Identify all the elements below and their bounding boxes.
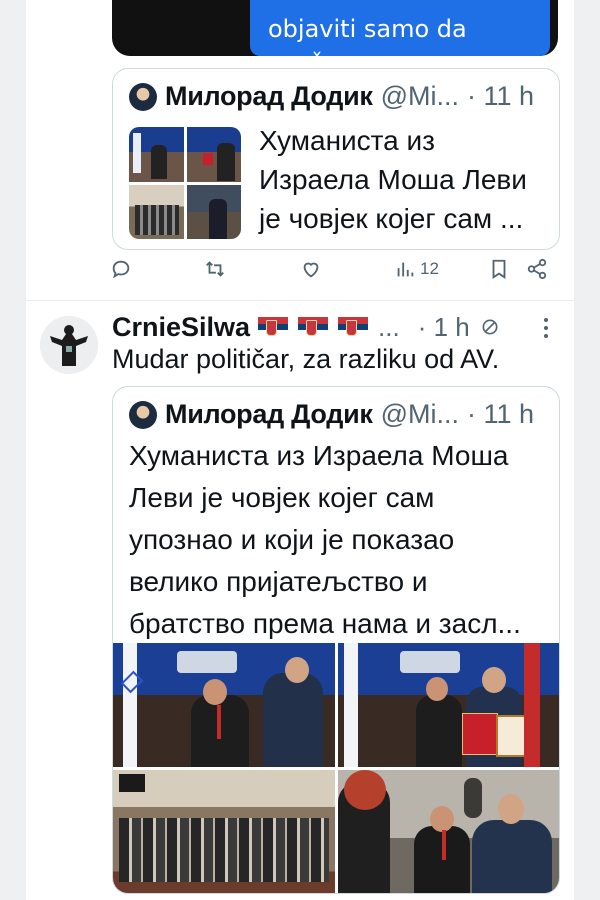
quoted-tweet-card[interactable]: Милорад Додик @Mi... · 11 h Хуманиста из… — [112, 386, 560, 894]
quoted-tweet-header: Милорад Додик @Mi... · 11 h — [129, 81, 534, 112]
author-handle[interactable]: @Mi... — [381, 399, 459, 430]
avatar[interactable] — [129, 400, 157, 429]
author-name[interactable]: CrnieSilwa — [112, 312, 250, 343]
more-options-icon[interactable] — [544, 318, 550, 342]
views-count: 12 — [420, 259, 439, 278]
photo[interactable] — [113, 770, 335, 893]
quoted-tweet-text: Хуманиста из Израела Моша Леви је човјек… — [129, 435, 521, 645]
tweet-text: Mudar političar, za razliku od AV. — [112, 344, 500, 374]
author-handle[interactable]: @Mi... — [381, 81, 459, 112]
right-margin — [574, 0, 600, 900]
share-icon[interactable] — [526, 258, 548, 280]
thumbnail-grid[interactable] — [129, 127, 241, 239]
text-line: Леви је човјек којег сам — [129, 482, 435, 513]
serbia-flag — [298, 317, 329, 337]
photo[interactable] — [337, 643, 559, 767]
timestamp: · 11 h — [467, 399, 535, 429]
thumbnail-image — [129, 127, 184, 182]
text-line: велико пријатељство и — [129, 566, 428, 597]
text-line: братство према нама и засл... — [129, 608, 521, 639]
retweet-icon[interactable] — [204, 258, 226, 280]
timestamp: · 1 h — [417, 311, 470, 342]
heart-icon[interactable] — [300, 258, 322, 280]
quoted-tweet-text: Хуманиста из Израела Моша Леви је човјек… — [259, 121, 527, 238]
avatar[interactable] — [40, 316, 98, 374]
photo[interactable] — [337, 770, 559, 893]
thumbnail-image — [186, 127, 241, 182]
photo[interactable] — [113, 643, 335, 767]
left-margin — [0, 0, 26, 900]
thumbnail-image — [129, 184, 184, 239]
caption-line: znaš — [268, 46, 467, 56]
timestamp: · 11 h — [467, 81, 535, 111]
author-name[interactable]: Милорад Додик — [165, 81, 373, 112]
media-grid[interactable] — [113, 643, 559, 893]
caption-line: objaviti samo da — [268, 15, 467, 43]
tweet-header: CrnieSilwa ... · 1 h — [112, 310, 500, 344]
tweet-divider — [26, 300, 574, 301]
serbia-flag — [258, 317, 289, 337]
name-ellipsis: ... — [378, 311, 400, 342]
quoted-tweet-header: Милорад Додик @Mi... · 11 h — [129, 399, 534, 430]
screenshot-blue-box: objaviti samo da znaš — [250, 0, 550, 56]
media-caption: objaviti samo da znaš — [268, 12, 467, 56]
quoted-tweet-card[interactable]: Милорад Додик @Mi... · 11 h Хуманиста из… — [112, 68, 560, 250]
text-line: Хуманиста из Израела Моша — [129, 440, 509, 471]
tweet-action-bar: 12 — [110, 258, 560, 292]
reply-icon[interactable] — [110, 258, 132, 280]
views-icon — [397, 262, 414, 277]
text-line: Израела Моша Леви — [259, 164, 527, 195]
bookmark-icon[interactable] — [488, 258, 510, 280]
serbia-flag — [338, 317, 369, 337]
text-line: упознао и који је показао — [129, 524, 455, 555]
text-line: Хуманиста из — [259, 125, 436, 156]
text-line: је човјек којег сам ... — [259, 203, 524, 234]
thumbnail-image — [186, 184, 241, 239]
previous-tweet-media[interactable]: objaviti samo da znaš — [112, 0, 558, 56]
author-name[interactable]: Милорад Додик — [165, 399, 373, 430]
views-button[interactable]: 12 — [394, 258, 439, 280]
no-symbol-icon — [482, 319, 498, 335]
avatar[interactable] — [129, 82, 157, 111]
